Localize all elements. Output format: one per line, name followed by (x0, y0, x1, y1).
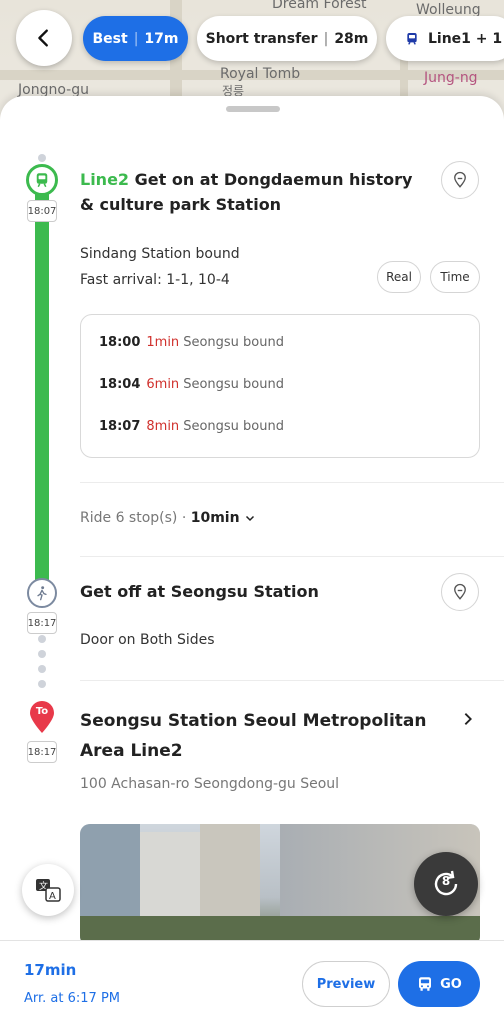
map-pin-icon (454, 171, 466, 188)
time-toggle[interactable]: Time (430, 261, 480, 293)
divider (80, 556, 504, 557)
arrival-destination: Seongsu bound (183, 335, 284, 350)
ride-duration: 10min (190, 510, 240, 526)
tab-line1-label: Line1 + 1 tra (428, 30, 504, 47)
tab-best-time: 17m (144, 30, 179, 47)
rail-dot (38, 154, 46, 162)
translate-button[interactable]: 文A (22, 864, 74, 916)
destination-title[interactable]: Seongsu Station Seoul Metropolitan Area … (80, 706, 440, 766)
tab-short-transfer-label: Short transfer (205, 30, 318, 47)
route-detail-sheet[interactable]: 18:07 Line2 Get on at Dongdaemun history… (0, 96, 504, 1024)
arrival-destination: Seongsu bound (183, 419, 284, 434)
chevron-left-icon (38, 29, 48, 47)
real-toggle[interactable]: Real (377, 261, 421, 293)
map-label: Royal Tomb (220, 66, 301, 82)
refresh-button[interactable]: 8 (414, 852, 478, 916)
rail-dot (38, 635, 46, 643)
go-button[interactable]: GO (398, 961, 480, 1007)
bottom-bar: 17min Arr. at 6:17 PM Preview GO (0, 940, 504, 1024)
map-label: Jung-ng (424, 70, 478, 86)
arrival-minutes: 8min (146, 419, 180, 434)
arrival-time: 18:00 (99, 335, 141, 350)
line-label: Line2 (80, 170, 130, 189)
line2-rail (35, 194, 49, 590)
destination-badge: To (35, 706, 49, 717)
go-label: GO (440, 976, 462, 992)
divider (80, 680, 504, 681)
fast-arrival: Fast arrival: 1-1, 10-4 (80, 272, 230, 288)
rail-dot (38, 650, 46, 658)
arrival-estimate: Arr. at 6:17 PM (24, 991, 121, 1006)
chevron-right-icon[interactable] (460, 711, 476, 727)
tab-line1[interactable]: Line1 + 1 tra (386, 16, 504, 61)
bus-icon (419, 977, 432, 991)
svg-text:A: A (49, 891, 56, 902)
departure-time: 18:07 (27, 200, 57, 222)
tab-short-transfer[interactable]: Short transfer | 28m (197, 16, 377, 61)
subway-icon (26, 164, 58, 196)
destination-address: 100 Achasan-ro Seongdong-gu Seoul (80, 776, 340, 792)
total-duration: 17min (24, 961, 77, 979)
rail-dot (38, 665, 46, 673)
boarding-title: Line2 Get on at Dongdaemun history & cul… (80, 167, 420, 217)
door-side: Door on Both Sides (80, 632, 215, 648)
translate-icon: 文A (36, 879, 61, 902)
bound-direction: Sindang Station bound (80, 246, 240, 262)
rail-dot (38, 680, 46, 688)
walk-icon (27, 578, 57, 608)
train-icon (407, 32, 417, 45)
arrival-time: 18:04 (99, 377, 141, 392)
chevron-down-icon (246, 515, 255, 522)
arrival-times-card: 18:00 1min Seongsu bound 18:04 6min Seongsu … (80, 314, 480, 458)
arrival-row: 18:04 6min Seongsu bound (99, 377, 284, 392)
refresh-count: 8 (441, 874, 451, 888)
divider (80, 482, 504, 483)
arrival-minutes: 6min (146, 377, 180, 392)
alight-title: Get off at Seongsu Station (80, 582, 319, 601)
back-button[interactable] (16, 10, 72, 66)
arrival-minutes: 1min (146, 335, 180, 350)
boarding-text: Get on at Dongdaemun history & culture p… (80, 170, 413, 214)
ride-stops-text: Ride 6 stop(s) · (80, 510, 187, 526)
sheet-handle[interactable] (226, 106, 280, 112)
tab-best[interactable]: Best | 17m (83, 16, 188, 61)
arrival-time: 18:07 (99, 419, 141, 434)
tab-best-label: Best (92, 30, 128, 47)
arrival-destination: Seongsu bound (183, 377, 284, 392)
station-location-button[interactable] (441, 161, 479, 199)
arrival-row: 18:07 8min Seongsu bound (99, 419, 284, 434)
map-label: Dream Forest (272, 0, 367, 12)
preview-button[interactable]: Preview (302, 961, 390, 1007)
arrival-time-badge: 18:17 (27, 612, 57, 634)
tab-short-transfer-time: 28m (334, 30, 369, 47)
ride-stops-toggle[interactable]: Ride 6 stop(s) · 10min (80, 510, 256, 526)
arrival-row: 18:00 1min Seongsu bound (99, 335, 284, 350)
map-pin-icon (454, 583, 466, 600)
destination-time: 18:17 (27, 741, 57, 763)
exit-location-button[interactable] (441, 573, 479, 611)
destination-pin-icon: To (28, 700, 56, 734)
